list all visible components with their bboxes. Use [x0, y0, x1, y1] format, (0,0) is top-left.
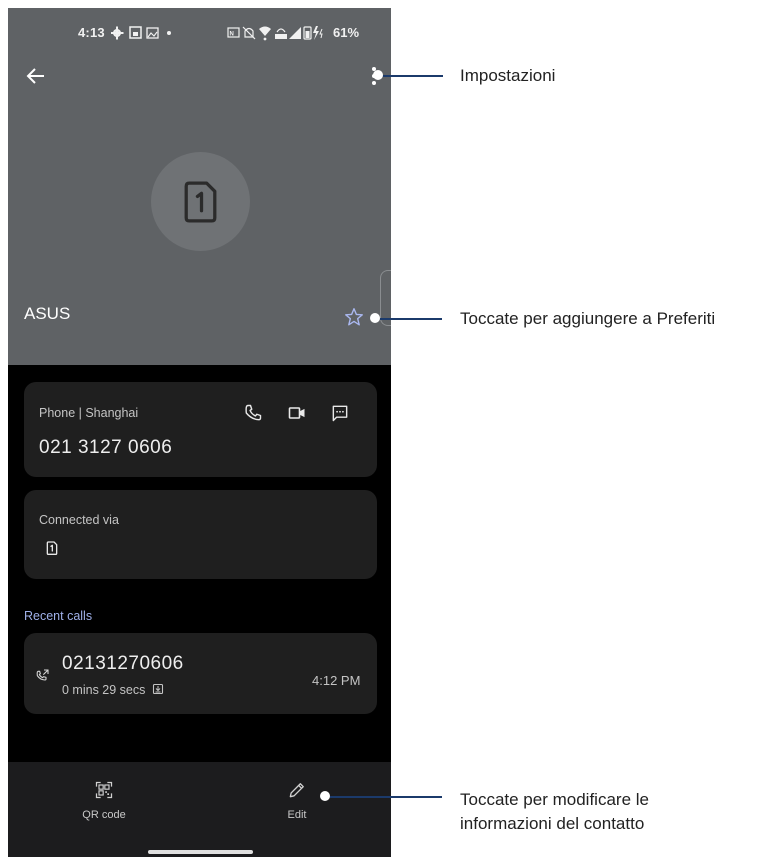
sim-card-icon: [46, 541, 58, 555]
volte-icon: [275, 28, 287, 39]
edit-leader-line: [330, 796, 442, 798]
call-icon: [245, 404, 262, 421]
favorites-leader-line: [380, 318, 442, 320]
call-button[interactable]: [243, 403, 263, 428]
recent-call-duration: 0 mins 29 secs: [62, 683, 164, 697]
phone-label: Phone | Shanghai: [39, 406, 139, 420]
sim-card-icon: [184, 181, 217, 223]
call-made-icon: [36, 669, 49, 681]
pencil-icon: [289, 783, 304, 798]
connected-via-card: Connected via: [24, 490, 377, 579]
favorites-callout: Toccate per aggiungere a Preferiti: [460, 309, 716, 328]
video-call-button[interactable]: [286, 403, 308, 428]
edit-callout-line1: Toccate per modificare le: [460, 790, 649, 809]
message-icon: [332, 405, 348, 422]
home-indicator[interactable]: [148, 850, 253, 854]
bottom-action-bar: QR code Edit: [8, 762, 391, 857]
favorites-callout-dot: [370, 313, 380, 323]
outgoing-call-icon: [34, 668, 50, 689]
edit-callout-dot: [320, 791, 330, 801]
video-call-icon: [288, 407, 305, 419]
message-button[interactable]: [330, 403, 350, 428]
signal-icon: [289, 27, 301, 39]
status-bar: 4:13 N 61%: [8, 22, 391, 46]
status-icons-svg: N: [110, 26, 323, 41]
edit-label: Edit: [287, 809, 307, 821]
qr-code-icon: [95, 781, 113, 799]
recent-call-item[interactable]: 02131270606 0 mins 29 secs 4:12 PM: [24, 633, 377, 714]
mute-icon: [242, 26, 256, 40]
arrow-left-icon: [26, 68, 44, 84]
dot-icon: [167, 31, 171, 35]
recent-call-duration-text: 0 mins 29 secs: [62, 683, 146, 697]
nfc-icon: N: [227, 27, 240, 38]
download-icon: [152, 683, 163, 695]
phone-screen: 4:13 N 61% ASUS Phone | Shanghai 021 312…: [8, 8, 391, 857]
image-icon: [146, 27, 159, 39]
save-icon: [129, 26, 142, 39]
qr-code-button[interactable]: QR code: [64, 780, 144, 821]
status-icons: N: [110, 23, 326, 46]
phone-card[interactable]: Phone | Shanghai 021 3127 0606: [24, 382, 377, 477]
edit-callout-line2: informazioni del contatto: [460, 814, 645, 833]
battery-charging-icon: [303, 26, 323, 40]
battery-percent: 61%: [333, 25, 360, 40]
favorite-button[interactable]: [343, 306, 365, 328]
edit-callout: Toccate per modificare le informazioni d…: [460, 788, 649, 836]
back-button[interactable]: [24, 64, 48, 88]
phone-number[interactable]: 021 3127 0606: [39, 437, 172, 459]
settings-callout: Impostazioni: [460, 66, 556, 85]
connected-sim-icon: [44, 539, 60, 562]
recent-call-number: 02131270606: [62, 653, 184, 674]
status-time: 4:13: [78, 25, 105, 40]
qr-code-label: QR code: [82, 809, 126, 821]
contact-name: ASUS: [24, 304, 71, 323]
recent-call-time: 4:12 PM: [312, 673, 361, 688]
wifi-icon: [259, 26, 271, 41]
settings-callout-dot: [373, 70, 383, 80]
svg-text:N: N: [230, 32, 234, 38]
contact-avatar: [151, 152, 250, 251]
gear-icon: [110, 26, 124, 40]
recent-calls-title: Recent calls: [24, 609, 93, 623]
connected-via-label: Connected via: [39, 513, 119, 527]
star-outline-icon: [345, 308, 363, 326]
contact-header: 4:13 N 61% ASUS: [8, 8, 391, 365]
settings-leader-line: [383, 75, 443, 77]
